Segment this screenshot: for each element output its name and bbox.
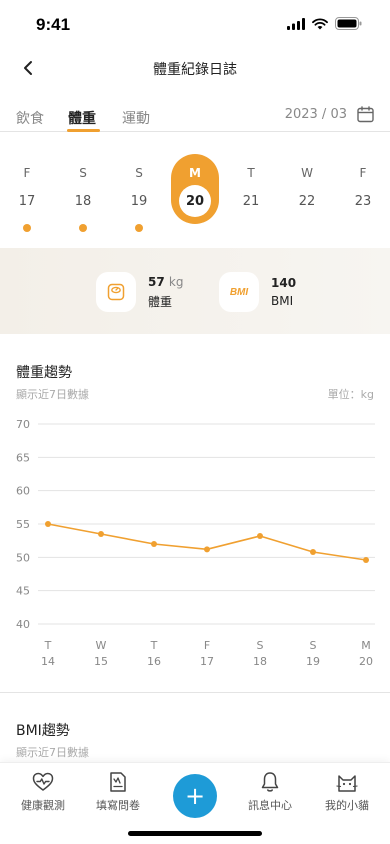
x-tick-label: 19	[306, 655, 320, 668]
bmi-icon-tile: BMI	[219, 272, 259, 312]
record-dot	[23, 224, 31, 232]
calendar-icon	[357, 106, 374, 123]
day-number: 21	[242, 194, 260, 209]
y-tick-label: 65	[16, 451, 30, 464]
x-tick-label: 14	[41, 655, 55, 668]
bottom-tab-bar: 健康觀測 填寫問卷 + 訊息中心 我的小貓	[0, 762, 390, 844]
data-point	[45, 521, 51, 527]
series-line	[47, 523, 367, 561]
cat-icon	[336, 775, 358, 792]
day-number: 22	[298, 194, 316, 209]
day-number: 17	[18, 194, 36, 209]
cellular-signal-icon	[287, 17, 305, 30]
y-tick-label: 60	[16, 485, 30, 498]
data-point	[98, 531, 104, 537]
weight-trend-chart: 70 65 60 55 50 45 40 T 14 W 15 T 16 F 17 S 18 S 19 M 20	[0, 412, 390, 674]
bmi-label: BMI	[271, 294, 294, 308]
bmi-trend-subtitle: 顯示近7日數據	[16, 746, 89, 759]
weight-value-line: 57 kg	[148, 275, 183, 289]
section-divider	[0, 692, 390, 693]
tab-label: 我的小貓	[325, 799, 369, 812]
tab-exercise[interactable]: 運動	[122, 108, 150, 128]
summary-band: 57 kg 體重 BMI 140 BMI	[0, 248, 390, 334]
active-tab-indicator	[67, 129, 100, 132]
y-tick-label: 70	[16, 418, 30, 431]
status-time: 9:41	[36, 15, 71, 34]
weight-label: 體重	[148, 294, 173, 309]
bmi-icon: BMI	[229, 286, 249, 298]
bmi-trend-title: BMI趨勢	[16, 723, 70, 739]
tab-my-cat[interactable]: 我的小貓	[312, 769, 382, 813]
weight-metric: 57 kg 體重	[96, 272, 183, 312]
clipboard-icon	[110, 772, 126, 792]
weight-trend-subtitle: 顯示近7日數據	[16, 388, 89, 401]
record-dot	[135, 224, 143, 232]
wifi-icon	[312, 17, 328, 29]
weight-icon-tile	[96, 272, 136, 312]
status-icons	[287, 17, 362, 30]
day-number: 19	[130, 194, 148, 209]
weight-value: 57	[148, 274, 165, 289]
record-dot	[79, 224, 87, 232]
tab-diet[interactable]: 飲食	[16, 108, 44, 128]
tab-health-observation[interactable]: 健康觀測	[8, 769, 78, 813]
weight-unit: kg	[168, 274, 184, 289]
y-tick-label: 45	[16, 585, 30, 598]
x-tick-label: 15	[94, 655, 108, 668]
weight-line-chart: 70 65 60 55 50 45 40 T 14 W 15 T 16 F 17 S 18 S 19 M 20	[16, 418, 375, 668]
x-tick-label: 18	[253, 655, 267, 668]
weight-trend-title: 體重趨勢	[16, 365, 72, 381]
tab-label: 健康觀測	[21, 799, 65, 812]
tab-message-center[interactable]: 訊息中心	[235, 769, 305, 813]
bmi-metric: BMI 140 BMI	[219, 272, 296, 312]
heart-pulse-icon	[32, 772, 54, 791]
day-letter: F	[23, 166, 31, 180]
x-tick-label: 17	[200, 655, 214, 668]
day-letter: F	[359, 166, 367, 180]
tab-label: 填寫問卷	[96, 799, 140, 812]
day-number: 18	[74, 194, 92, 209]
week-strip: F 17 S 18 S 19 M 20 T 21 W 22 F 23	[0, 152, 390, 232]
tab-weight[interactable]: 體重	[68, 108, 96, 128]
nav-bar: 體重紀錄日誌	[0, 50, 390, 86]
home-indicator	[128, 831, 262, 836]
x-tick-label: T	[44, 639, 52, 652]
x-tick-label: W	[96, 639, 107, 652]
x-tick-label: S	[310, 639, 317, 652]
y-tick-label: 55	[16, 518, 30, 531]
x-tick-label: S	[257, 639, 264, 652]
add-record-button[interactable]: +	[173, 774, 217, 818]
day-letter: W	[301, 166, 313, 180]
y-tick-label: 40	[16, 618, 30, 631]
day-number: 23	[354, 194, 372, 209]
bmi-value: 140	[271, 276, 297, 290]
x-tick-label: M	[361, 639, 371, 652]
x-tick-label: 16	[147, 655, 161, 668]
y-tick-label: 50	[16, 551, 30, 564]
battery-icon	[335, 17, 362, 30]
data-point	[204, 546, 210, 553]
status-bar: 9:41	[0, 0, 390, 50]
scale-icon	[107, 283, 125, 301]
data-point	[151, 541, 157, 547]
month-label: 2023 / 03	[284, 107, 347, 122]
day-letter: S	[79, 166, 87, 180]
x-tick-label: 20	[359, 655, 373, 668]
day-letter: T	[247, 166, 255, 180]
bell-icon	[261, 772, 279, 792]
data-point	[257, 533, 263, 539]
page-title: 體重紀錄日誌	[153, 62, 237, 78]
category-tabs: 飲食 體重 運動 2023 / 03	[0, 106, 390, 132]
data-point	[363, 557, 369, 563]
month-selector[interactable]: 2023 / 03	[285, 106, 374, 123]
day-letter: S	[135, 166, 143, 180]
data-point	[310, 549, 316, 555]
tab-questionnaire[interactable]: 填寫問卷	[83, 769, 153, 813]
x-tick-label: F	[204, 639, 210, 652]
day-letter: M	[189, 166, 201, 180]
tab-label: 訊息中心	[248, 799, 292, 812]
day-number: 20	[185, 194, 205, 209]
x-tick-label: T	[150, 639, 158, 652]
weight-trend-unit: 單位：kg	[327, 388, 374, 401]
